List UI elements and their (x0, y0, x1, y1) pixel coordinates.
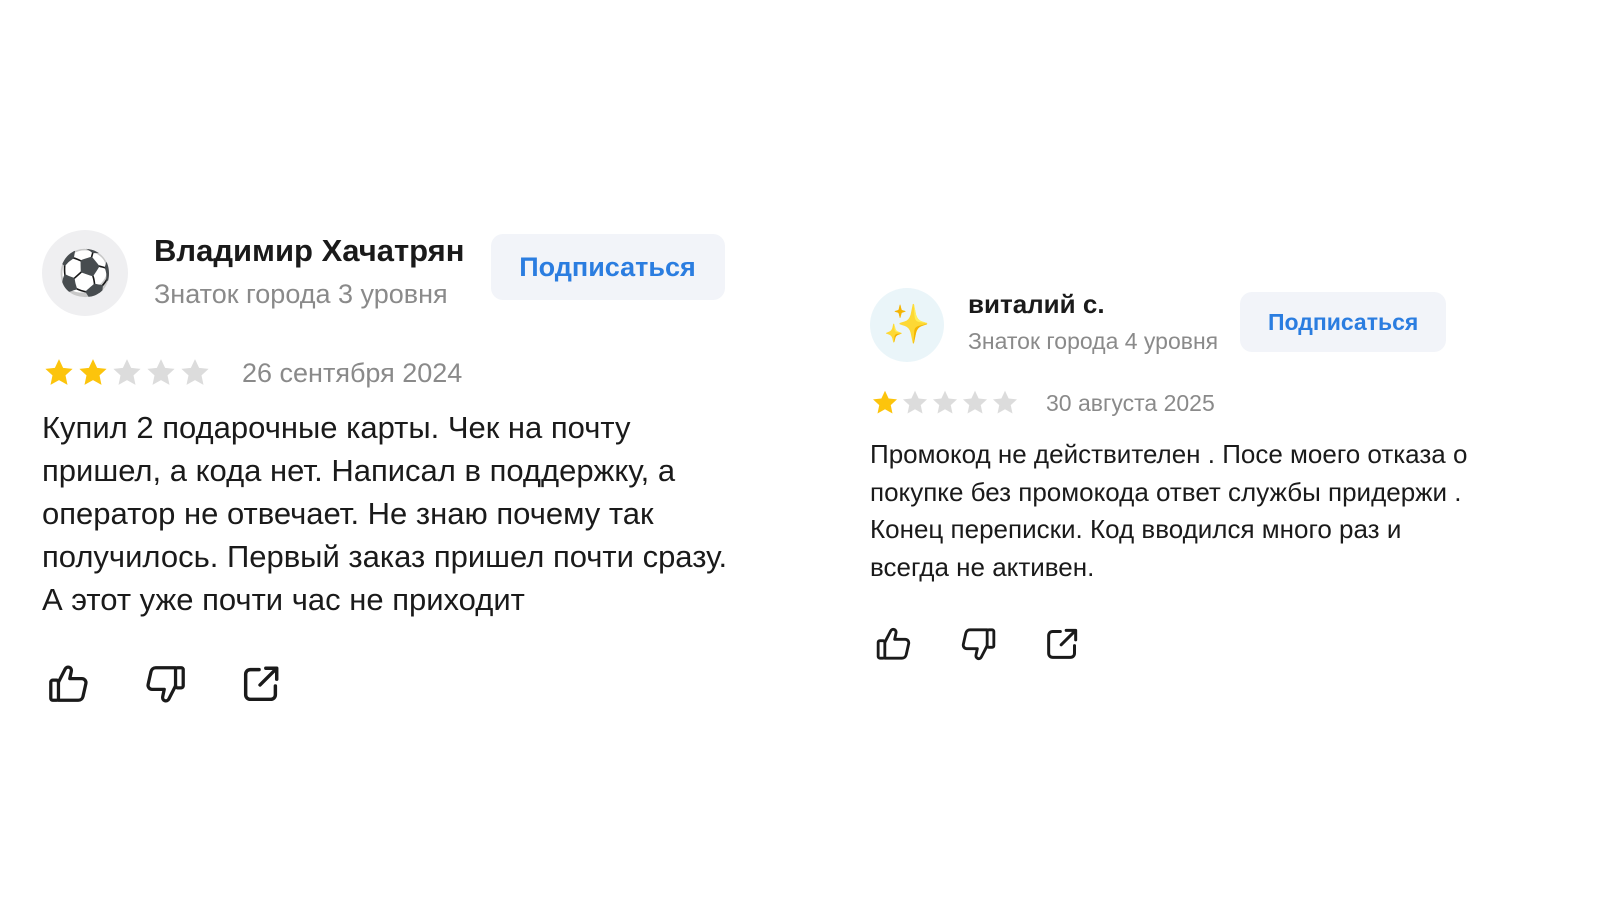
review-meta: 26 сентября 2024 (42, 356, 762, 390)
author-level: Знаток города 3 уровня (154, 279, 448, 309)
share-icon (1042, 624, 1082, 664)
rating-stars (870, 388, 1020, 418)
thumbs-down-icon (958, 624, 998, 664)
avatar-emoji: ⚽ (57, 249, 113, 298)
star-empty-icon (933, 390, 957, 414)
author-level: Знаток города 4 уровня (968, 328, 1219, 354)
like-button[interactable] (46, 661, 92, 707)
star-empty-icon (147, 359, 175, 385)
star-empty-icon (993, 390, 1017, 414)
dislike-button[interactable] (142, 661, 188, 707)
like-button[interactable] (874, 624, 914, 664)
author-name[interactable]: Владимир Хачатрян (154, 232, 465, 270)
author-block: виталий с. Знаток города 4 уровня (968, 288, 1218, 358)
review-date: 30 августа 2025 (1046, 389, 1215, 416)
star-filled-icon (45, 359, 73, 385)
author-block: Владимир Хачатрян Знаток города 3 уровня (154, 232, 465, 314)
subscribe-button[interactable]: Подписаться (1240, 292, 1447, 352)
star-empty-icon (181, 359, 209, 385)
dislike-button[interactable] (958, 624, 998, 664)
avatar-emoji: ✨ (883, 304, 931, 346)
review-card: ⚽ Владимир Хачатрян Знаток города 3 уров… (42, 230, 762, 707)
thumbs-up-icon (46, 661, 92, 707)
review-text: Купил 2 подарочные карты. Чек на почту п… (42, 410, 728, 617)
star-filled-icon (873, 390, 897, 414)
review-text: Промокод не действителен . Посе моего от… (870, 439, 1468, 582)
star-filled-icon (79, 359, 107, 385)
thumbs-up-icon (874, 624, 914, 664)
avatar[interactable]: ✨ (870, 288, 944, 362)
subscribe-button[interactable]: Подписаться (490, 234, 725, 300)
share-button[interactable] (1042, 624, 1082, 664)
star-empty-icon (903, 390, 927, 414)
review-meta: 30 августа 2025 (870, 388, 1490, 418)
star-empty-icon (963, 390, 987, 414)
review-actions (46, 661, 762, 707)
star-empty-icon (113, 359, 141, 385)
rating-stars (42, 356, 212, 390)
thumbs-down-icon (142, 661, 188, 707)
review-date: 26 сентября 2024 (242, 357, 463, 388)
author-name[interactable]: виталий с. (968, 288, 1218, 320)
avatar[interactable]: ⚽ (42, 230, 128, 316)
review-actions (874, 624, 1490, 664)
review-header: ✨ виталий с. Знаток города 4 уровня Подп… (870, 288, 1490, 362)
share-button[interactable] (238, 661, 284, 707)
share-icon (238, 661, 284, 707)
review-card: ✨ виталий с. Знаток города 4 уровня Подп… (870, 288, 1490, 664)
review-header: ⚽ Владимир Хачатрян Знаток города 3 уров… (42, 230, 762, 316)
